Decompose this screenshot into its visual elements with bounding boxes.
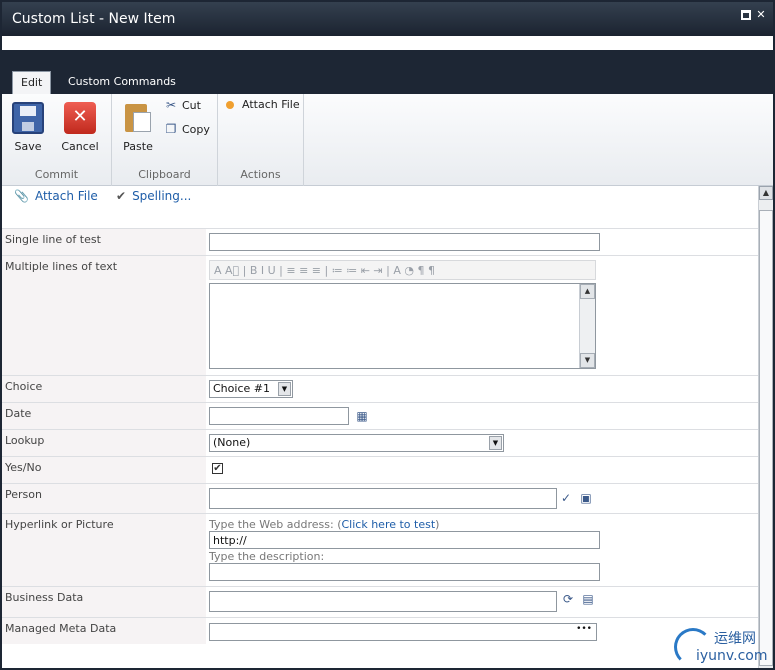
row-choice: Choice Choice #1 ▼: [2, 375, 758, 402]
group-label-actions: Actions: [240, 168, 281, 181]
single-line-input[interactable]: [209, 233, 600, 251]
label-business-data: Business Data: [2, 587, 206, 617]
label-yes-no: Yes/No: [2, 457, 206, 483]
cancel-icon: ✕: [64, 102, 96, 134]
group-label-clipboard: Clipboard: [138, 168, 191, 181]
ribbon-tabs: Edit Custom Commands: [2, 50, 773, 94]
attach-file-label: Attach File: [34, 189, 98, 203]
date-input[interactable]: [209, 407, 349, 425]
scroll-thumb[interactable]: [759, 210, 773, 666]
cut-button[interactable]: ✂ Cut: [164, 98, 201, 112]
yes-no-checkbox[interactable]: ✔: [212, 463, 223, 474]
ribbon-group-clipboard: Paste ✂ Cut ❐ Copy Clipboard: [112, 94, 218, 186]
watermark-logo: 运维网 iyunv.com: [674, 624, 774, 670]
tab-custom-commands[interactable]: Custom Commands: [60, 71, 184, 94]
form-toolbar: 📎 Attach File ✔ Spelling...: [2, 186, 758, 210]
row-multi-line: Multiple lines of text A A⃝ | B I U | ≡ …: [2, 255, 758, 375]
paste-icon: [122, 102, 154, 134]
multi-line-textarea[interactable]: ▲ ▼: [209, 283, 596, 369]
managed-metadata-input[interactable]: •••: [209, 623, 597, 641]
row-yes-no: Yes/No ✔: [2, 456, 758, 483]
check-entity-icon[interactable]: ⟳: [560, 591, 576, 607]
row-person: Person ✓ ▣: [2, 483, 758, 513]
row-managed-metadata: Managed Meta Data •••: [2, 617, 758, 644]
address-book-icon[interactable]: ▣: [578, 490, 594, 506]
row-hyperlink: Hyperlink or Picture Type the Web addres…: [2, 513, 758, 586]
description-input[interactable]: [209, 563, 600, 581]
business-data-input[interactable]: [209, 591, 557, 612]
row-single-line: Single line of test: [2, 228, 758, 255]
web-address-hint-text: Type the Web address: (: [209, 518, 342, 531]
label-person: Person: [2, 484, 206, 513]
label-managed-metadata: Managed Meta Data: [2, 618, 206, 644]
cancel-label: Cancel: [61, 140, 99, 153]
person-input[interactable]: [209, 488, 557, 509]
textarea-scrollbar[interactable]: ▲ ▼: [579, 284, 595, 368]
paste-button[interactable]: Paste: [116, 102, 160, 153]
dialog-window: Custom List - New Item ✕ Edit Custom Com…: [0, 0, 775, 670]
web-address-hint-end: ): [435, 518, 440, 531]
row-business-data: Business Data ⟳ ▤: [2, 586, 758, 617]
web-address-hint: Type the Web address: (Click here to tes…: [209, 518, 439, 531]
label-hyperlink: Hyperlink or Picture: [2, 514, 206, 586]
chevron-down-icon: ▼: [489, 436, 502, 450]
browse-terms-icon[interactable]: •••: [576, 624, 592, 634]
choice-value: Choice #1: [213, 382, 270, 395]
url-input[interactable]: http://: [209, 531, 600, 549]
vertical-scrollbar[interactable]: ▲: [758, 186, 773, 668]
choice-select[interactable]: Choice #1 ▼: [209, 380, 293, 398]
save-icon: [12, 102, 44, 134]
label-multi-line: Multiple lines of text: [2, 256, 206, 375]
save-button[interactable]: Save: [6, 102, 50, 153]
scissors-icon: ✂: [165, 98, 177, 112]
close-icon[interactable]: ✕: [755, 9, 767, 21]
textarea-scroll-down-icon[interactable]: ▼: [580, 353, 595, 368]
save-label: Save: [14, 140, 42, 153]
maximize-icon[interactable]: [741, 10, 751, 20]
lookup-value: (None): [213, 436, 251, 449]
description-hint: Type the description:: [209, 550, 325, 563]
ribbon: Save ✕ Cancel Commit Paste ✂ Cut ❐ Copy …: [2, 94, 773, 186]
spellcheck-icon: ✔: [116, 189, 127, 203]
attach-dot-icon: [226, 100, 234, 109]
paperclip-icon: 📎: [14, 189, 29, 203]
watermark-en: iyunv.com: [696, 648, 768, 664]
row-date: Date ▦: [2, 402, 758, 429]
copy-button[interactable]: ❐ Copy: [164, 122, 210, 136]
calendar-icon[interactable]: ▦: [354, 408, 370, 424]
label-lookup: Lookup: [2, 430, 206, 456]
browse-entity-icon[interactable]: ▤: [580, 591, 596, 607]
ribbon-group-actions: Attach File Actions: [218, 94, 304, 186]
watermark-cn: 运维网: [714, 631, 756, 647]
check-names-icon[interactable]: ✓: [558, 490, 574, 506]
scroll-up-icon[interactable]: ▲: [759, 186, 773, 200]
paste-label: Paste: [123, 140, 153, 153]
spelling-link[interactable]: ✔ Spelling...: [116, 189, 191, 203]
window-controls: ✕: [741, 9, 767, 21]
row-lookup: Lookup (None) ▼: [2, 429, 758, 456]
tab-edit[interactable]: Edit: [12, 71, 52, 94]
copy-icon: ❐: [165, 122, 177, 136]
lookup-select[interactable]: (None) ▼: [209, 434, 504, 452]
titlebar: Custom List - New Item ✕: [2, 2, 773, 36]
attach-file-link[interactable]: 📎 Attach File: [14, 189, 98, 203]
label-choice: Choice: [2, 376, 206, 402]
ribbon-group-commit: Save ✕ Cancel Commit: [2, 94, 112, 186]
rich-text-toolbar[interactable]: A A⃝ | B I U | ≡ ≡ ≡ | ≔ ≔ ⇤ ⇥ | A ◔ ¶ ¶: [209, 260, 596, 280]
copy-label: Copy: [182, 122, 210, 136]
ribbon-attach-label: Attach File: [242, 98, 300, 111]
group-label-commit: Commit: [34, 168, 79, 181]
spelling-label: Spelling...: [132, 189, 192, 203]
label-date: Date: [2, 403, 206, 429]
window-title: Custom List - New Item: [12, 11, 176, 27]
label-single-line: Single line of test: [2, 229, 206, 255]
test-link[interactable]: Click here to test: [342, 518, 436, 531]
title-strip: [2, 36, 773, 50]
cut-label: Cut: [182, 98, 201, 112]
chevron-down-icon: ▼: [278, 382, 291, 396]
ribbon-attach-file-button[interactable]: Attach File: [222, 98, 300, 111]
textarea-scroll-up-icon[interactable]: ▲: [580, 284, 595, 299]
cancel-button[interactable]: ✕ Cancel: [58, 102, 102, 153]
